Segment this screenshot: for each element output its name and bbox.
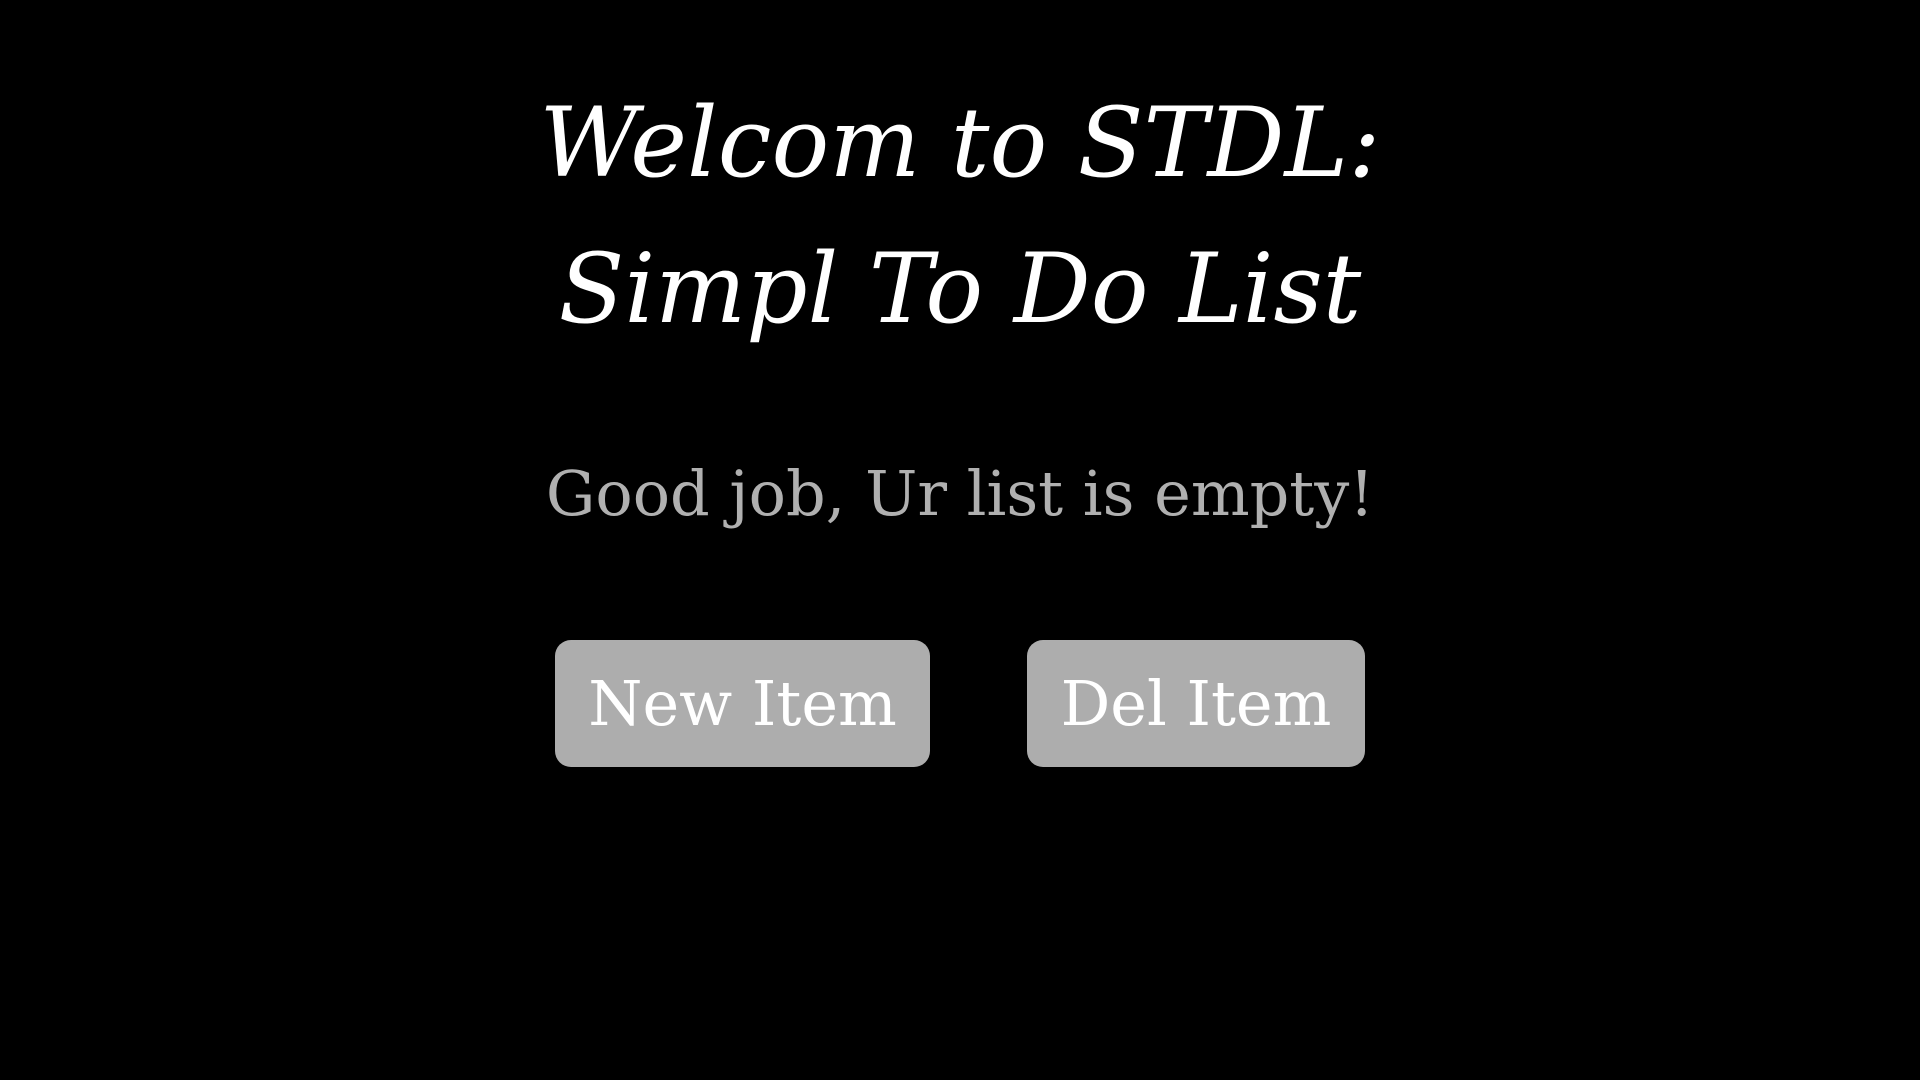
page-title: Welcom to STDL: Simpl To Do List xyxy=(0,70,1920,362)
empty-list-message: Good job, Ur list is empty! xyxy=(545,457,1375,530)
new-item-button[interactable]: New Item xyxy=(555,640,930,767)
app-page: Welcom to STDL: Simpl To Do List Good jo… xyxy=(0,0,1920,1080)
page-title-line-2: Simpl To Do List xyxy=(558,233,1362,345)
del-item-button[interactable]: Del Item xyxy=(1027,640,1365,767)
page-title-line-1: Welcom to STDL: xyxy=(539,87,1381,199)
